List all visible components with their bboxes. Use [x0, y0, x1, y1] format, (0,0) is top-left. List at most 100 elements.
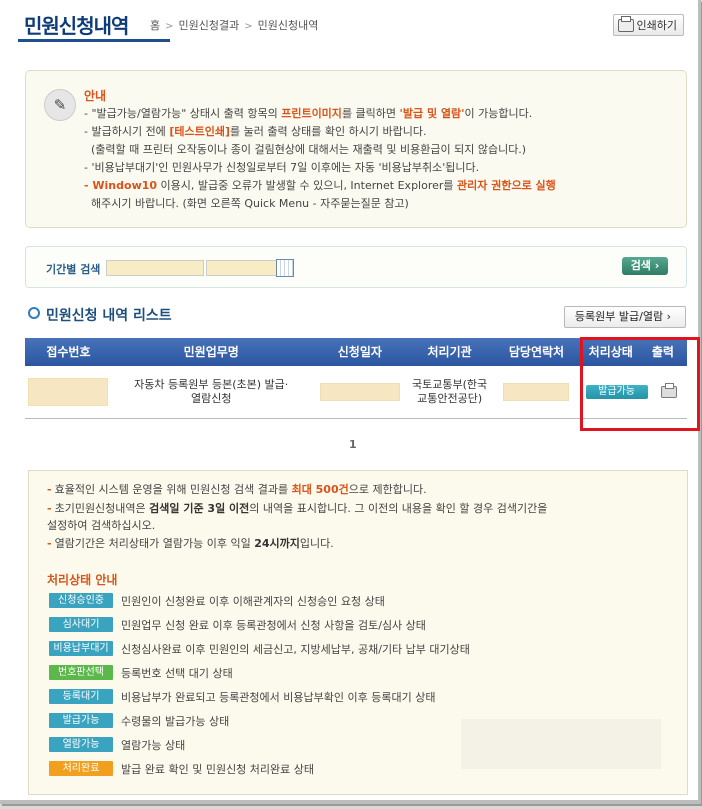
status-guide-item: 등록대기 비용납부가 완료되고 등록관청에서 비용납부확인 이후 등록대기 상태 [49, 689, 435, 704]
info-text: 열람기간은 처리상태가 열람가능 이후 익일 [54, 537, 255, 550]
redacted-receipt-no [28, 378, 109, 406]
notice-text: 를 클릭하면 [341, 107, 400, 120]
info-emphasis: 최대 500건 [291, 483, 349, 496]
status-desc: 비용납부가 완료되고 등록관청에서 비용납부확인 이후 등록대기 상태 [121, 690, 436, 704]
breadcrumb-current: 민원신청내역 [257, 19, 319, 32]
start-date-input[interactable] [106, 260, 204, 276]
info-line: - 효율적인 시스템 운영을 위해 민원신청 검색 결과를 최대 500건으로 제… [47, 483, 427, 496]
status-guide-item: 번호판선택 등록번호 선택 대기 상태 [49, 665, 233, 680]
notice-line: 해주시기 바랍니다. (화면 오른쪽 Quick Menu - 자주묻는질문 참… [84, 195, 556, 213]
status-guide-item: 심사대기 민원업무 신청 완료 이후 등록관청에서 신청 사항을 검토/심사 상태 [49, 617, 426, 632]
contact-cell [490, 366, 583, 418]
page-header: 민원신청내역 홈 > 민원신청결과 > 민원신청내역 인쇄하기 [0, 0, 698, 42]
info-emphasis: 24시까지 [254, 537, 300, 550]
status-desc: 수령물의 발급가능 상태 [121, 714, 230, 728]
page-title: 민원신청내역 [24, 14, 129, 38]
list-section-title: 민원신청 내역 리스트 [28, 305, 172, 325]
notice-text: 발급하시기 전에 [91, 125, 170, 138]
end-date-input[interactable] [206, 260, 278, 276]
status-desc: 신청심사완료 이후 민원인의 세금신고, 지방세납부, 공채/기타 납부 대기상… [121, 642, 470, 656]
status-guide-item: 처리완료 발급 완료 확인 및 민원신청 처리완료 상태 [49, 761, 314, 776]
period-search-label: 기간별 검색 [46, 263, 101, 276]
notice-text: 를 눌러 출력 상태를 확인 하시기 바랍니다. [229, 125, 427, 138]
main-window: 민원신청내역 홈 > 민원신청결과 > 민원신청내역 인쇄하기 ✎ 안내 - "발급가능… [0, 0, 701, 804]
status-desc: 열람가능 상태 [121, 738, 186, 752]
col-agency: 처리기관 [427, 345, 472, 359]
info-line: - 초기민원신청내역은 검색일 기준 3일 이전의 내역을 표시합니다. 그 이전… [47, 502, 548, 515]
notice-line: - '비용납부대기'인 민원사무가 신청일로부터 7일 이후에는 자동 '비용납… [84, 161, 480, 174]
registration-issue-label: 등록원부 발급/열람 [574, 310, 664, 323]
chevron-right-icon: > [244, 21, 253, 32]
info-text: 의 내역을 표시합니다. 그 이전의 내용을 확인 할 경우 검색기간을 [249, 502, 548, 515]
notice-lines: - "발급가능/열람가능" 상태시 출력 항목의 프린트이미지를 클릭하면 '발… [84, 105, 556, 213]
status-badge: 심사대기 [49, 617, 113, 632]
status-badge: 신청승인중 [49, 593, 113, 608]
status-guide-item: 신청승인중 민원인이 신청완료 이후 이해관계자의 신청승인 요청 상태 [49, 593, 385, 608]
print-button-label: 인쇄하기 [636, 19, 677, 32]
period-search-bar: 기간별 검색 검색 › [25, 246, 687, 288]
info-line: - 열람기간은 처리상태가 열람가능 이후 익일 24시까지입니다. [47, 537, 334, 550]
status-guide-item: 발급가능 수령물의 발급가능 상태 [49, 713, 229, 728]
print-button[interactable]: 인쇄하기 [612, 14, 684, 36]
info-text: 입니다. [299, 537, 334, 550]
notice-line: - Window10 이용시, 발급중 오류가 발생할 수 있으니, Inter… [84, 179, 556, 192]
info-text: 으로 제한합니다. [348, 483, 427, 496]
col-contact: 담당연락처 [508, 345, 565, 359]
status-badge: 발급가능 [49, 713, 113, 728]
status-desc: 등록번호 선택 대기 상태 [121, 666, 233, 680]
info-text: 효율적인 시스템 운영을 위해 민원신청 검색 결과를 [54, 483, 292, 496]
col-task-name: 민원업무명 [183, 345, 239, 359]
notice-emphasis: [테스트인쇄] [169, 125, 230, 138]
status-badge: 번호판선택 [49, 665, 113, 680]
list-title-text: 민원신청 내역 리스트 [46, 308, 172, 324]
notice-emphasis: 프린트이미지 [281, 107, 342, 120]
redacted-date [319, 383, 400, 401]
info-text: 초기민원신청내역은 [54, 502, 150, 515]
breadcrumb-home[interactable]: 홈 [150, 19, 160, 32]
notice-emphasis: 관리자 권한으로 실행 [457, 179, 556, 192]
status-desc: 민원업무 신청 완료 이후 등록관청에서 신청 사항을 검토/심사 상태 [121, 618, 426, 632]
notice-line: - "발급가능/열람가능" 상태시 출력 항목의 프린트이미지를 클릭하면 '발… [84, 107, 533, 120]
redacted-contact [503, 383, 570, 401]
notice-title: 안내 [84, 89, 107, 103]
col-date: 신청일자 [337, 345, 382, 359]
pagination-current[interactable]: 1 [349, 438, 357, 451]
notice-text: 이 가능합니다. [464, 107, 533, 120]
watermark [461, 719, 661, 769]
notice-box: ✎ 안내 - "발급가능/열람가능" 상태시 출력 항목의 프린트이미지를 클릭… [25, 70, 687, 228]
notice-pen-icon: ✎ [44, 89, 76, 121]
info-line: 설정하여 검색하십시오. [47, 517, 155, 534]
notice-text: (출력할 때 프린터 오작동이나 종이 걸림현상에 대해서는 재출력 및 비용환… [91, 143, 527, 156]
task-name-text: 자동차 등록원부 등본(초본) 발급·열람신청 [134, 378, 289, 405]
receipt-no-cell [25, 366, 112, 418]
printer-icon [617, 15, 634, 32]
status-badge: 비용납부대기 [49, 641, 113, 656]
status-guide-item: 비용납부대기 신청심사완료 이후 민원인의 세금신고, 지방세납부, 공채/기타 … [49, 641, 470, 656]
status-desc: 민원인이 신청완료 이후 이해관계자의 신청승인 요청 상태 [121, 594, 385, 608]
agency-cell: 국토교통부(한국교통안전공단) [409, 366, 490, 418]
breadcrumb-result[interactable]: 민원신청결과 [179, 19, 240, 32]
task-name-cell: 자동차 등록원부 등본(초본) 발급·열람신청 [112, 366, 311, 418]
col-receipt-no: 접수번호 [46, 345, 91, 359]
notice-emphasis: Window10 [92, 179, 158, 192]
status-guide-item: 열람가능 열람가능 상태 [49, 737, 185, 752]
status-guide-title: 처리상태 안내 [47, 573, 118, 587]
agency-text: 국토교통부(한국교통안전공단) [412, 378, 488, 405]
search-button-label: 검색 [630, 259, 651, 272]
notice-text: 이용시, 발급중 오류가 발생할 수 있으니, Internet Explore… [157, 179, 458, 192]
calendar-icon[interactable] [276, 259, 294, 277]
search-button[interactable]: 검색 › [622, 257, 668, 275]
title-underline [18, 39, 170, 42]
notice-text: '비용납부대기'인 민원사무가 신청일로부터 7일 이후에는 자동 '비용납부취… [91, 161, 480, 174]
info-box: - 효율적인 시스템 운영을 위해 민원신청 검색 결과를 최대 500건으로 제… [28, 470, 688, 795]
status-desc: 발급 완료 확인 및 민원신청 처리완료 상태 [121, 762, 315, 776]
info-emphasis: 검색일 기준 3일 이전 [149, 502, 250, 515]
status-badge: 처리완료 [49, 761, 113, 776]
chevron-right-icon: > [165, 21, 174, 32]
registration-issue-button[interactable]: 등록원부 발급/열람 › [563, 306, 686, 328]
info-text: 설정하여 검색하십시오. [47, 519, 156, 532]
notice-emphasis: '발급 및 열람' [399, 107, 465, 120]
breadcrumb: 홈 > 민원신청결과 > 민원신청내역 [150, 17, 318, 33]
notice-line: (출력할 때 프린터 오작동이나 종이 걸림현상에 대해서는 재출력 및 비용환… [84, 141, 556, 159]
highlight-box [580, 337, 700, 431]
